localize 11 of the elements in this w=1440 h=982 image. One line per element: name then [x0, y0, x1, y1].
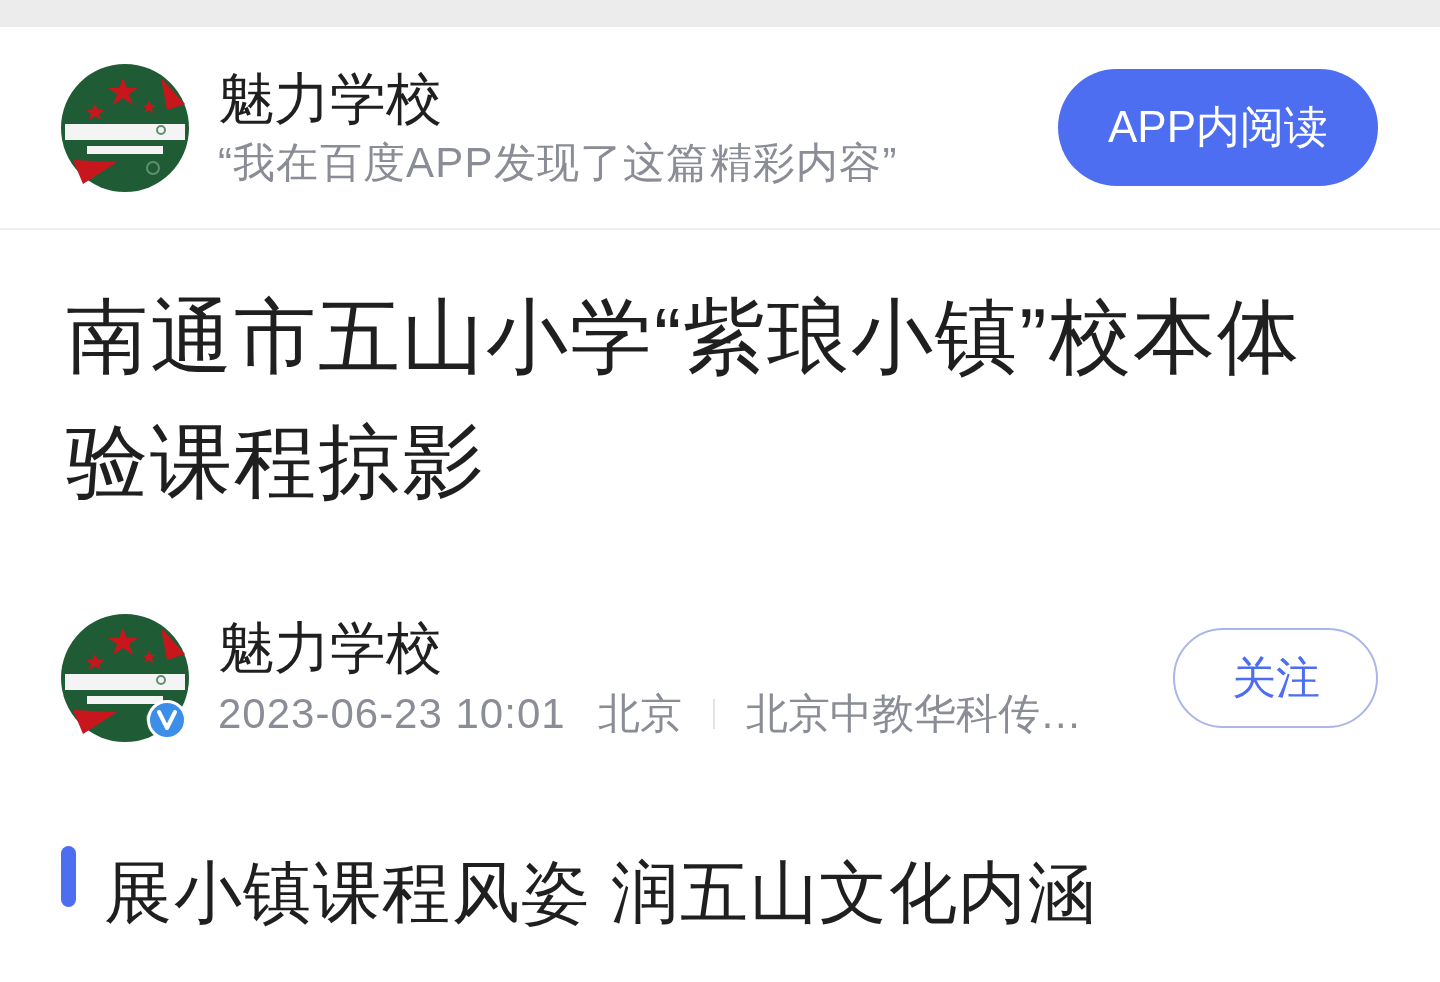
- account-name: 魅力学校: [218, 66, 443, 131]
- article-title: 南通市五山小学“紫琅小镇”校本体验课程掠影: [66, 290, 1302, 509]
- location-text: 北京: [597, 689, 682, 739]
- section-heading: 展小镇课程风姿 润五山文化内涵: [104, 853, 1098, 932]
- follow-button[interactable]: 关注: [1173, 628, 1378, 728]
- open-in-app-button[interactable]: APP内阅读: [1058, 69, 1378, 186]
- author-name: 魅力学校: [218, 616, 443, 680]
- publish-date: 2023-06-23 10:01: [218, 689, 566, 739]
- accent-bar-icon: [61, 846, 76, 907]
- source-text: 北京中教华科传…: [745, 689, 1082, 739]
- promo-text: “我在百度APP发现了这篇精彩内容”: [218, 137, 898, 188]
